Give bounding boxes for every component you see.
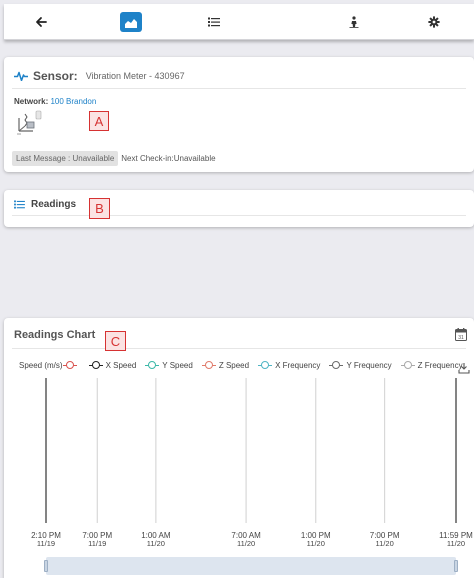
annotation-marker-c: C: [105, 331, 126, 351]
x-tick-date: 11/20: [447, 539, 465, 548]
x-tick-date: 11/20: [237, 539, 255, 548]
annotation-marker-b: B: [89, 198, 110, 219]
navigator-left-handle[interactable]: [44, 560, 48, 572]
x-tick-date: 11/20: [376, 539, 394, 548]
annotation-marker-a: A: [89, 111, 109, 131]
readings-chart-plot: 2:10 PM11/197:00 PM11/191:00 AM11/207:00…: [31, 378, 473, 548]
x-tick-date: 11/20: [147, 539, 165, 548]
chart-range-navigator[interactable]: [44, 557, 458, 575]
x-tick-date: 11/20: [307, 539, 325, 548]
navigator-right-handle[interactable]: [454, 560, 458, 572]
x-tick-date: 11/19: [88, 539, 106, 548]
x-tick-date: 11/19: [37, 539, 55, 548]
